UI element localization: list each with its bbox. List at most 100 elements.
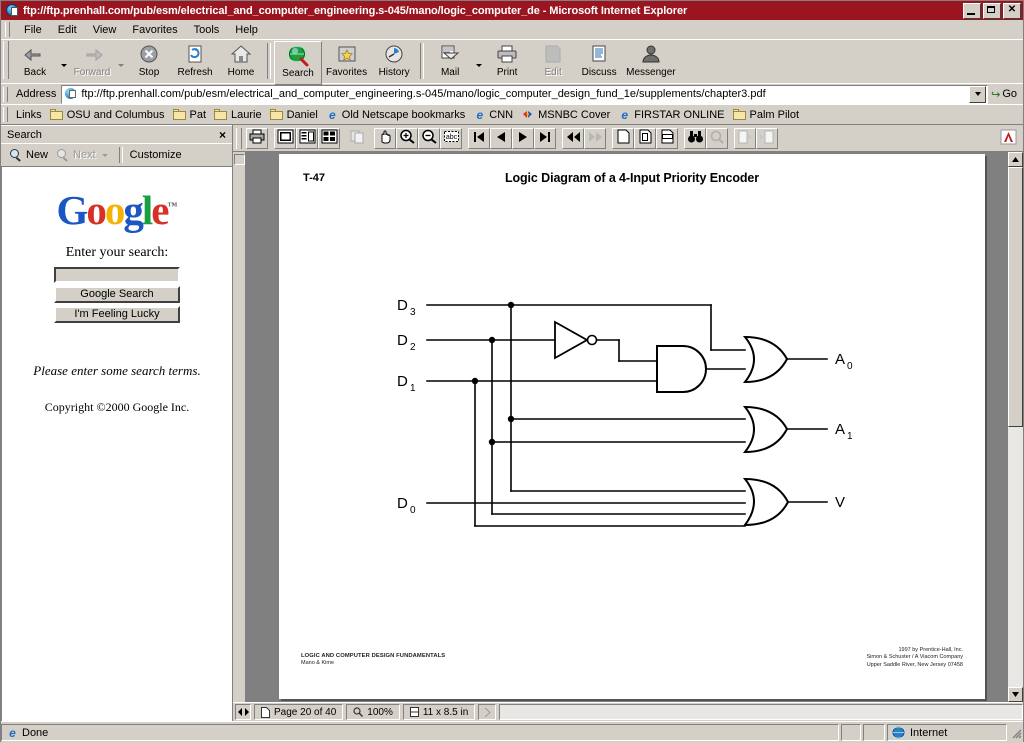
mail-button[interactable]: Mail (427, 41, 473, 83)
chevron-down-icon[interactable] (101, 153, 108, 157)
menu-grip[interactable] (5, 22, 10, 37)
history-clock-icon (382, 44, 406, 66)
link-palm-pilot[interactable]: Palm Pilot (731, 108, 806, 121)
google-search-button[interactable]: Google Search (54, 285, 180, 303)
mail-dropdown-arrow[interactable] (473, 41, 484, 85)
link-laurie[interactable]: Laurie (212, 108, 268, 121)
new-search-button[interactable]: New (7, 148, 54, 163)
address-input[interactable]: ftp://ftp.prenhall.com/pub/esm/electrica… (61, 84, 989, 104)
edit-button[interactable]: Edit (530, 41, 576, 83)
logo-letter: G (56, 186, 88, 233)
security-zone-cell[interactable]: Internet (887, 724, 1007, 741)
back-label: Back (23, 67, 47, 78)
menu-item-tools[interactable]: Tools (186, 22, 228, 38)
pane-splitter-handle[interactable] (233, 154, 245, 165)
pdf-scroll-thumb[interactable] (1008, 167, 1023, 427)
window-resize-grip[interactable] (1009, 726, 1023, 740)
back-dropdown-arrow[interactable] (58, 41, 69, 85)
acrobat-next-highlight-button[interactable] (756, 127, 778, 149)
acrobat-previous-page-button[interactable] (490, 127, 512, 149)
acrobat-find-button[interactable] (684, 127, 706, 149)
menu-item-help[interactable]: Help (227, 22, 266, 38)
resize-corner-indicator[interactable] (478, 704, 497, 720)
minimize-button[interactable] (963, 2, 981, 19)
acrobat-toolbar-grip[interactable] (236, 127, 242, 149)
home-button[interactable]: Home (218, 41, 264, 83)
acrobat-text-select-button[interactable]: abc (440, 127, 462, 149)
customize-button[interactable]: Customize (128, 148, 188, 162)
search-input[interactable] (54, 266, 180, 283)
google-logo: Google™ (56, 185, 177, 232)
acrobat-go-back-button[interactable] (562, 127, 584, 149)
stop-button[interactable]: Stop (126, 41, 172, 83)
acrobat-thumbnails-button[interactable] (318, 127, 340, 149)
address-dropdown-button[interactable] (969, 85, 987, 103)
favorites-button[interactable]: Favorites (322, 41, 371, 83)
acrobat-next-page-button[interactable] (512, 127, 534, 149)
acrobat-last-page-button[interactable] (534, 127, 556, 149)
acrobat-web-capture-button[interactable] (734, 127, 756, 149)
link-daniel[interactable]: Daniel (268, 108, 324, 121)
acrobat-logo-button[interactable] (997, 127, 1019, 149)
link-label: MSNBC Cover (538, 108, 611, 121)
address-value[interactable]: ftp://ftp.prenhall.com/pub/esm/electrica… (81, 88, 969, 100)
link-old-netscape-bookmarks[interactable]: e Old Netscape bookmarks (324, 109, 472, 121)
acrobat-hand-tool-button[interactable] (374, 127, 396, 149)
link-label: CNN (489, 108, 514, 121)
zoom-indicator[interactable]: 100% (346, 704, 400, 720)
menu-item-file[interactable]: File (16, 22, 50, 38)
forward-dropdown-arrow[interactable] (115, 41, 126, 85)
scroll-down-button[interactable] (1008, 687, 1023, 702)
refresh-button[interactable]: Refresh (172, 41, 218, 83)
pdf-scroll-track[interactable] (1008, 167, 1023, 687)
scroll-up-button[interactable] (1008, 152, 1023, 167)
acrobat-page-only-button[interactable] (274, 127, 296, 149)
toolbar-grip[interactable] (3, 41, 9, 79)
next-search-button[interactable]: Next (54, 148, 114, 163)
acrobat-fit-width-button[interactable] (656, 127, 678, 149)
page-indicator[interactable]: Page 20 of 40 (254, 704, 344, 720)
acrobat-print-button[interactable] (246, 127, 268, 149)
feeling-lucky-button[interactable]: I'm Feeling Lucky (54, 305, 180, 323)
history-button[interactable]: History (371, 41, 417, 83)
menu-item-view[interactable]: View (85, 22, 125, 38)
messenger-button[interactable]: Messenger (622, 41, 679, 83)
acrobat-zoom-out-button[interactable] (418, 127, 440, 149)
page-size-indicator[interactable]: 11 x 8.5 in (402, 704, 476, 720)
print-button[interactable]: Print (484, 41, 530, 83)
forward-label: Forward (73, 67, 111, 78)
pdf-page-viewport[interactable]: T-47 Logic Diagram of a 4-Input Priority… (246, 152, 1007, 702)
menu-item-favorites[interactable]: Favorites (124, 22, 185, 38)
pdf-horizontal-scrollbar[interactable] (499, 704, 1023, 720)
link-pat[interactable]: Pat (171, 108, 213, 121)
acrobat-zoom-in-button[interactable] (396, 127, 418, 149)
address-grip[interactable] (3, 86, 8, 102)
discuss-button[interactable]: Discuss (576, 41, 622, 83)
acrobat-actual-size-button[interactable] (612, 127, 634, 149)
close-button[interactable]: ✕ (1003, 2, 1021, 19)
acrobat-fit-page-button[interactable] (634, 127, 656, 149)
go-button[interactable]: ↪ Go (988, 88, 1023, 101)
magnifier-icon (353, 707, 364, 717)
acrobat-go-forward-button[interactable] (584, 127, 606, 149)
pane-toggle-button[interactable] (235, 704, 251, 720)
internet-zone-icon (891, 726, 906, 739)
link-osu-and-columbus[interactable]: OSU and Columbus (48, 108, 171, 121)
link-label: Pat (189, 108, 207, 121)
menu-item-edit[interactable]: Edit (50, 22, 85, 38)
pdf-vertical-scrollbar[interactable] (1007, 152, 1023, 702)
links-grip[interactable] (3, 107, 8, 122)
search-button[interactable]: Search (274, 41, 322, 85)
maximize-button[interactable] (983, 2, 1001, 19)
acrobat-copy-button[interactable] (346, 127, 368, 149)
link-msnbc-cover[interactable]: MSNBC Cover (519, 109, 616, 121)
link-firstar-online[interactable]: e FIRSTAR ONLINE (616, 109, 730, 121)
acrobat-search-index-button[interactable] (706, 127, 728, 149)
close-icon[interactable]: × (217, 128, 228, 142)
back-button[interactable]: Back (12, 41, 58, 83)
link-cnn[interactable]: e CNN (471, 109, 519, 121)
actual-size-icon (616, 129, 631, 147)
acrobat-bookmarks-button[interactable] (296, 127, 318, 149)
acrobat-first-page-button[interactable] (468, 127, 490, 149)
forward-button[interactable]: Forward (69, 41, 115, 83)
